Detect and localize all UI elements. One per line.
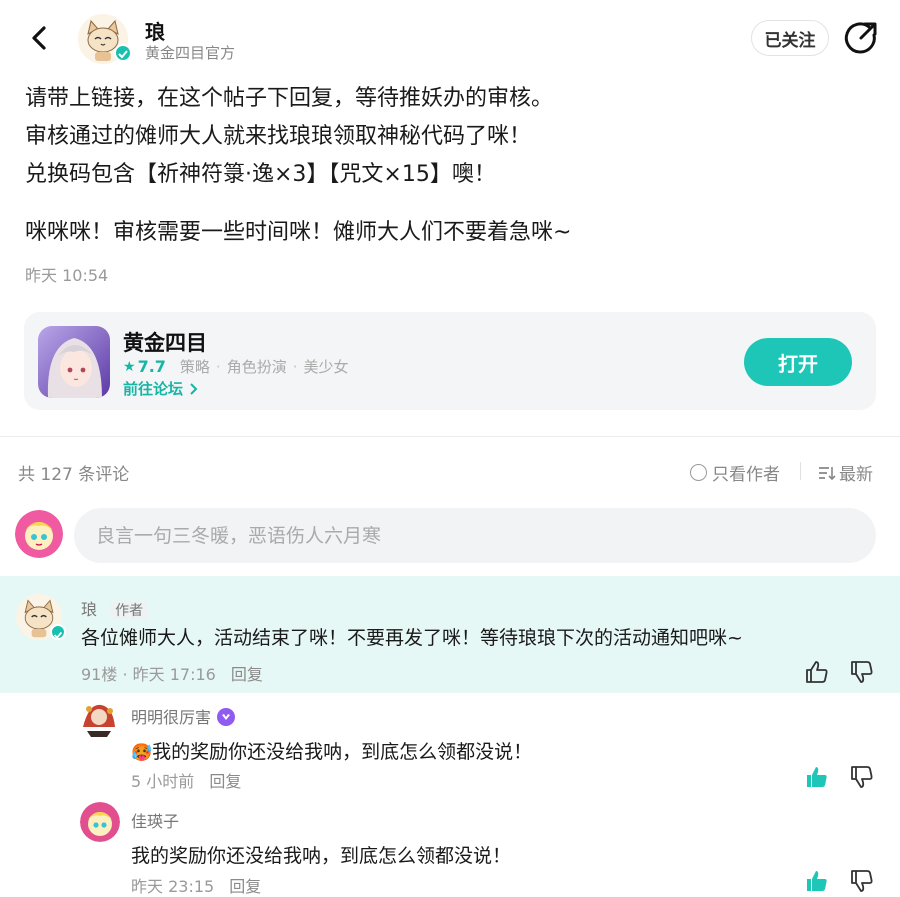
comment-meta: 91楼 · 昨天 17:16 回复	[81, 661, 263, 685]
thumbs-up-filled-icon[interactable]	[804, 764, 830, 790]
reply-time: 昨天 23:15	[131, 877, 215, 896]
radio-icon	[690, 464, 707, 481]
reply-text: 🥵我的奖励你还没给我呐，到底怎么领都没说！	[131, 737, 532, 764]
reply-meta: 昨天 23:15 回复	[131, 873, 261, 897]
game-meta: ★ 7.7 策略 · 角色扮演 · 美少女	[123, 357, 349, 376]
top-bar: 琅 黄金四目官方 已关注	[0, 0, 900, 76]
open-game-button[interactable]: 打开	[744, 338, 852, 386]
thumbs-down-icon[interactable]	[849, 659, 875, 685]
author-avatar[interactable]	[78, 14, 132, 64]
sort-icon	[819, 466, 836, 480]
thumbs-down-icon[interactable]	[849, 764, 875, 790]
game-thumbnail	[38, 326, 110, 398]
reply-author-name: 佳瑛子	[131, 812, 180, 831]
comment-count: 共 127 条评论	[18, 465, 130, 485]
reply-author-name: 明明很厉害	[131, 708, 212, 727]
reply-avatar[interactable]	[79, 697, 119, 737]
comment-author[interactable]: 琅 作者	[81, 596, 149, 620]
separator	[800, 462, 801, 480]
reply-text: 我的奖励你还没给我呐，到底怎么领都没说！	[131, 845, 512, 867]
sort-button[interactable]: 最新	[818, 460, 873, 485]
comment-text: 各位傩师大人，活动结束了咪！不要再发了咪！等待琅琅下次的活动通知吧咪~	[81, 627, 743, 649]
author-only-toggle[interactable]: 只看作者	[690, 460, 780, 485]
thumbs-up-icon[interactable]	[804, 659, 830, 685]
emoji-hot-face-icon: 🥵	[131, 743, 153, 763]
follow-button[interactable]: 已关注	[751, 20, 829, 56]
reply-text-content: 我的奖励你还没给我呐，到底怎么领都没说！	[152, 741, 533, 763]
comment-input[interactable]	[74, 508, 876, 563]
author-name[interactable]: 琅	[145, 16, 165, 45]
reply-button[interactable]: 回复	[209, 772, 241, 791]
game-card[interactable]: 黄金四目 ★ 7.7 策略 · 角色扮演 · 美少女 前往论坛 打开	[24, 312, 876, 410]
vip-badge-icon	[217, 707, 236, 726]
game-score: 7.7	[137, 357, 166, 376]
verified-icon	[50, 624, 66, 640]
reply-meta: 5 小时前 回复	[131, 768, 241, 792]
forum-link[interactable]: 前往论坛	[123, 378, 199, 399]
author-subtitle: 黄金四目官方	[145, 44, 236, 62]
game-tag: 策略	[179, 358, 210, 376]
game-tag: 美少女	[303, 358, 349, 376]
post-content: 请带上链接，在这个帖子下回复，等待推妖办的审核。 审核通过的傩师大人就来找琅琅领…	[25, 80, 875, 252]
chevron-right-icon	[190, 382, 198, 395]
my-avatar[interactable]	[15, 510, 63, 558]
post-line: 咪咪咪！审核需要一些时间咪！傩师大人们不要着急咪~	[25, 220, 572, 245]
sort-label: 最新	[839, 465, 873, 485]
comment-floor-time: 91楼 · 昨天 17:16	[81, 665, 216, 684]
comment-avatar[interactable]	[16, 594, 66, 640]
reply-button[interactable]: 回复	[229, 877, 261, 896]
reply-author[interactable]: 佳瑛子	[131, 808, 179, 832]
back-arrow-icon[interactable]	[22, 20, 58, 56]
reply-time: 5 小时前	[131, 772, 195, 791]
post-timestamp: 昨天 10:54	[25, 266, 109, 285]
forum-link-label: 前往论坛	[123, 380, 184, 398]
verified-icon	[114, 44, 132, 62]
post-line: 审核通过的傩师大人就来找琅琅领取神秘代码了咪！	[25, 124, 532, 149]
reply-button[interactable]: 回复	[231, 665, 263, 684]
game-tag: 角色扮演	[226, 358, 287, 376]
reply-avatar[interactable]	[80, 802, 120, 842]
comment-author-name: 琅	[81, 600, 98, 619]
reply-author[interactable]: 明明很厉害	[131, 704, 236, 728]
thumbs-down-icon[interactable]	[849, 868, 875, 894]
post-line: 兑换码包含【祈神符箓·逸×3】【咒文×15】噢！	[25, 162, 496, 187]
share-icon[interactable]	[843, 20, 879, 56]
pinned-author-comment: 琅 作者 各位傩师大人，活动结束了咪！不要再发了咪！等待琅琅下次的活动通知吧咪~…	[0, 576, 900, 693]
author-only-label: 只看作者	[712, 465, 780, 485]
thumbs-up-filled-icon[interactable]	[804, 868, 830, 894]
star-icon: ★	[123, 358, 136, 375]
divider	[0, 436, 900, 437]
post-line: 请带上链接，在这个帖子下回复，等待推妖办的审核。	[25, 86, 554, 111]
author-tag: 作者	[110, 602, 149, 620]
game-title: 黄金四目	[123, 331, 207, 355]
